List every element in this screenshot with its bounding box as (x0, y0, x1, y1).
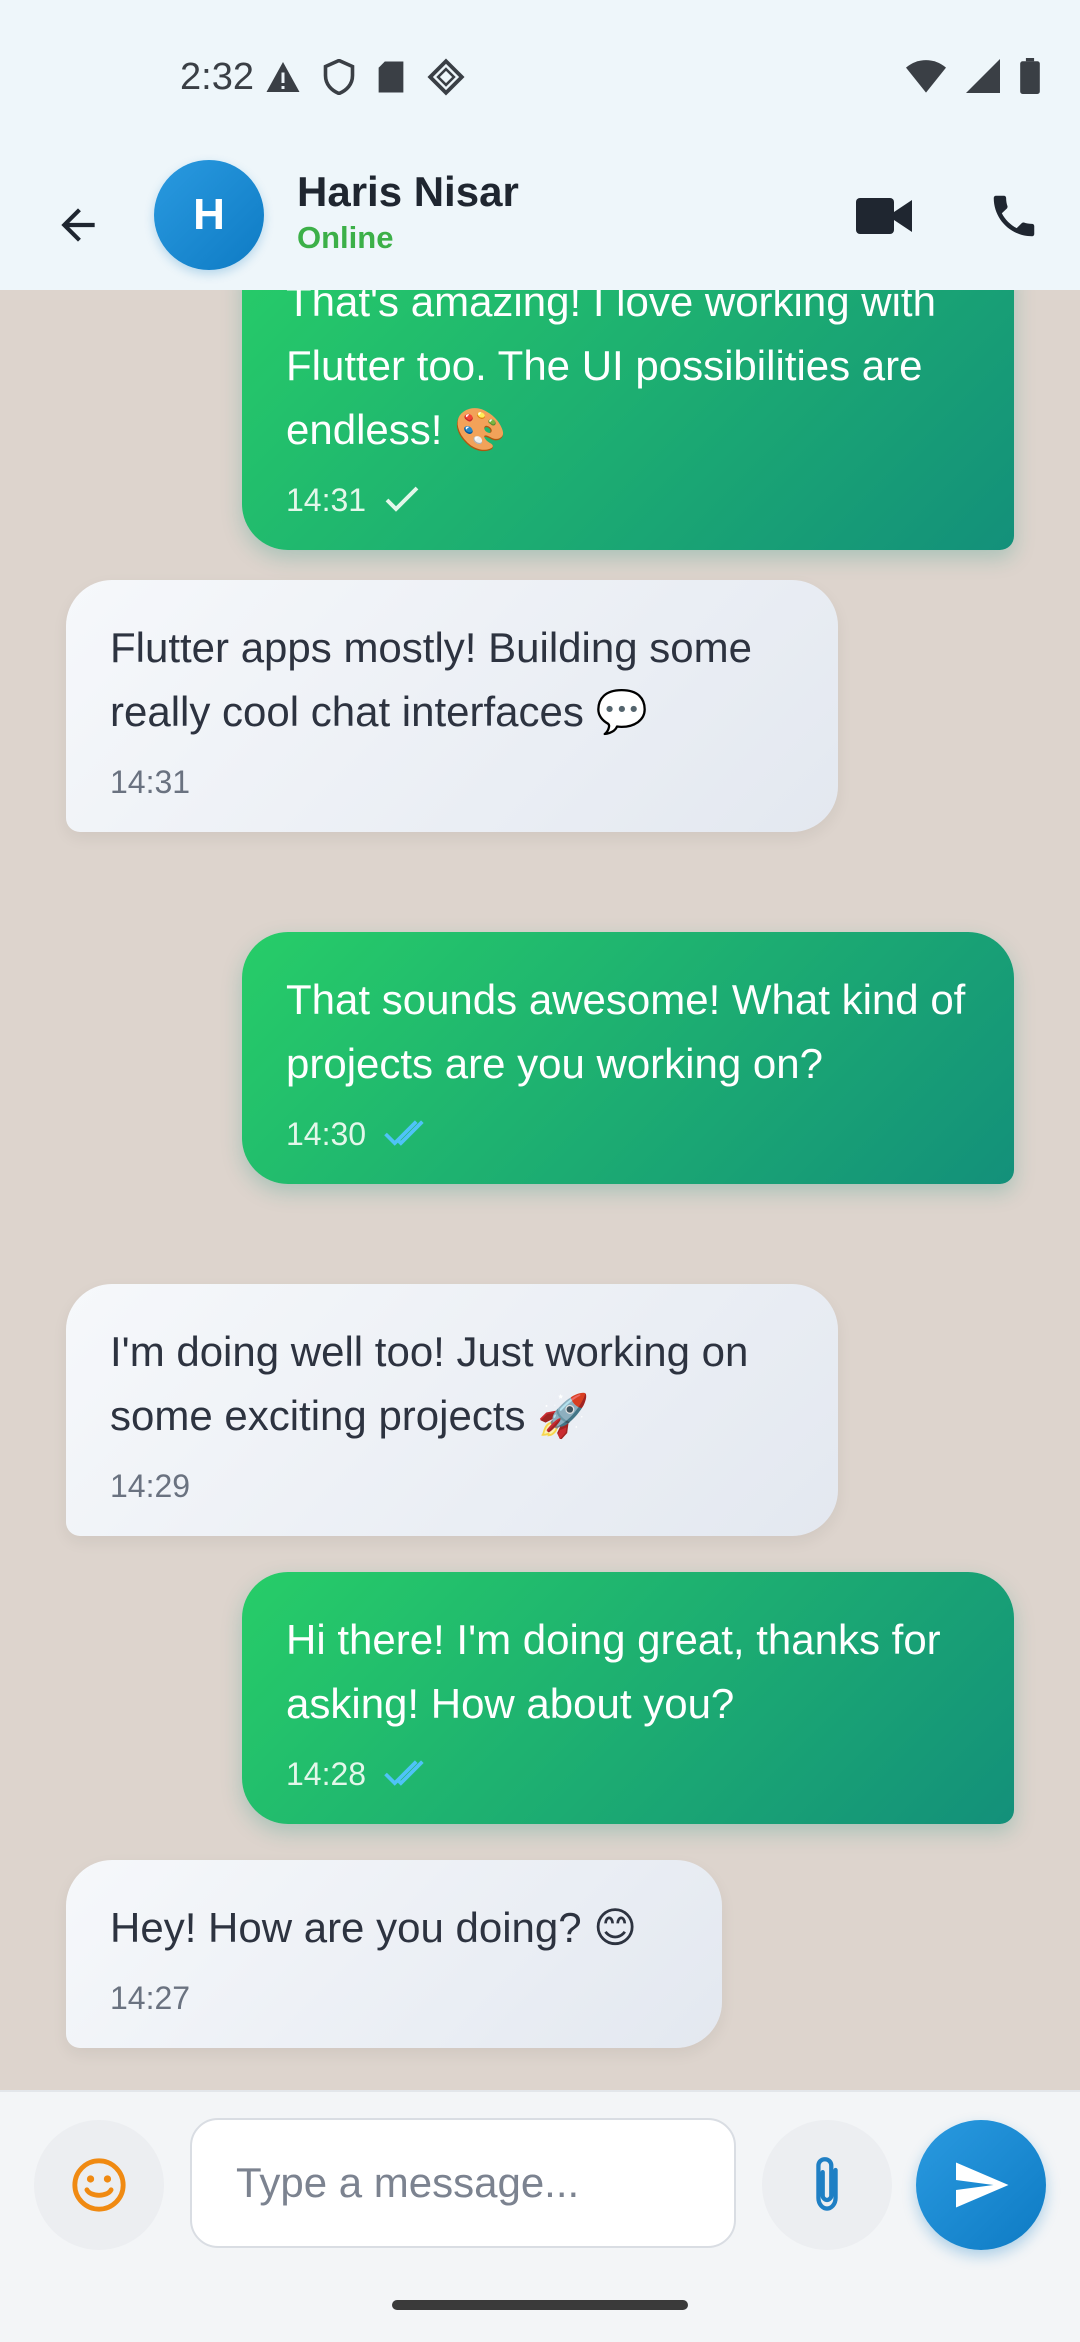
message-bubble-outgoing[interactable]: Hi there! I'm doing great, thanks for as… (242, 1572, 1014, 1824)
message-time: 14:31 (286, 482, 367, 518)
emoji-button[interactable] (34, 2120, 164, 2250)
status-system-icons (906, 58, 1040, 99)
wifi-icon (906, 59, 946, 98)
voice-call-button[interactable] (976, 178, 1052, 254)
double-check-icon (384, 1760, 424, 1786)
message-bubble-incoming[interactable]: Hey! How are you doing? 😊 14:27 (66, 1860, 722, 2048)
sd-card-icon (377, 60, 405, 99)
double-check-icon (384, 1120, 424, 1146)
message-bubble-outgoing[interactable]: That sounds awesome! What kind of projec… (242, 932, 1014, 1184)
message-text: Flutter apps mostly! Building some reall… (110, 624, 752, 735)
message-text: Hey! How are you doing? 😊 (110, 1904, 638, 1951)
message-input[interactable] (190, 2118, 736, 2248)
message-list[interactable]: That's amazing! I love working with Flut… (0, 290, 1080, 2090)
smiley-icon (72, 2158, 126, 2212)
message-time: 14:29 (110, 1468, 191, 1504)
chat-header: H Haris Nisar Online (0, 160, 1080, 290)
contact-status: Online (297, 220, 394, 255)
message-time: 14:27 (110, 1980, 191, 2016)
message-bubble-incoming[interactable]: Flutter apps mostly! Building some reall… (66, 580, 838, 832)
vpn-icon (427, 58, 465, 101)
message-text: That sounds awesome! What kind of projec… (286, 976, 966, 1087)
message-text: Hi there! I'm doing great, thanks for as… (286, 1616, 941, 1727)
single-check-icon (385, 486, 419, 512)
send-icon (956, 2162, 1009, 2208)
send-button[interactable] (916, 2120, 1046, 2250)
arrow-back-icon (61, 208, 95, 242)
contact-name[interactable]: Haris Nisar (297, 168, 519, 216)
status-bar: 2:32 (0, 0, 1080, 160)
paperclip-icon (816, 2157, 838, 2211)
message-bubble-outgoing[interactable]: That's amazing! I love working with Flut… (242, 290, 1014, 550)
status-time: 2:32 (180, 56, 254, 98)
battery-icon (1020, 58, 1040, 99)
message-time: 14:28 (286, 1756, 367, 1792)
message-time: 14:31 (110, 764, 191, 800)
shield-icon (323, 58, 355, 100)
video-call-button[interactable] (846, 178, 922, 254)
status-notification-icons (265, 58, 465, 101)
attach-button[interactable] (762, 2120, 892, 2250)
avatar[interactable]: H (154, 160, 264, 270)
back-button[interactable] (40, 187, 116, 263)
message-text: I'm doing well too! Just working on some… (110, 1328, 749, 1439)
video-camera-icon (856, 198, 912, 234)
message-text: That's amazing! I love working with Flut… (286, 290, 936, 453)
warning-icon (265, 60, 301, 99)
home-indicator[interactable] (392, 2300, 688, 2310)
message-bubble-incoming[interactable]: I'm doing well too! Just working on some… (66, 1284, 838, 1536)
phone-icon (993, 195, 1035, 237)
message-time: 14:30 (286, 1116, 367, 1152)
cell-signal-icon (966, 59, 1000, 98)
